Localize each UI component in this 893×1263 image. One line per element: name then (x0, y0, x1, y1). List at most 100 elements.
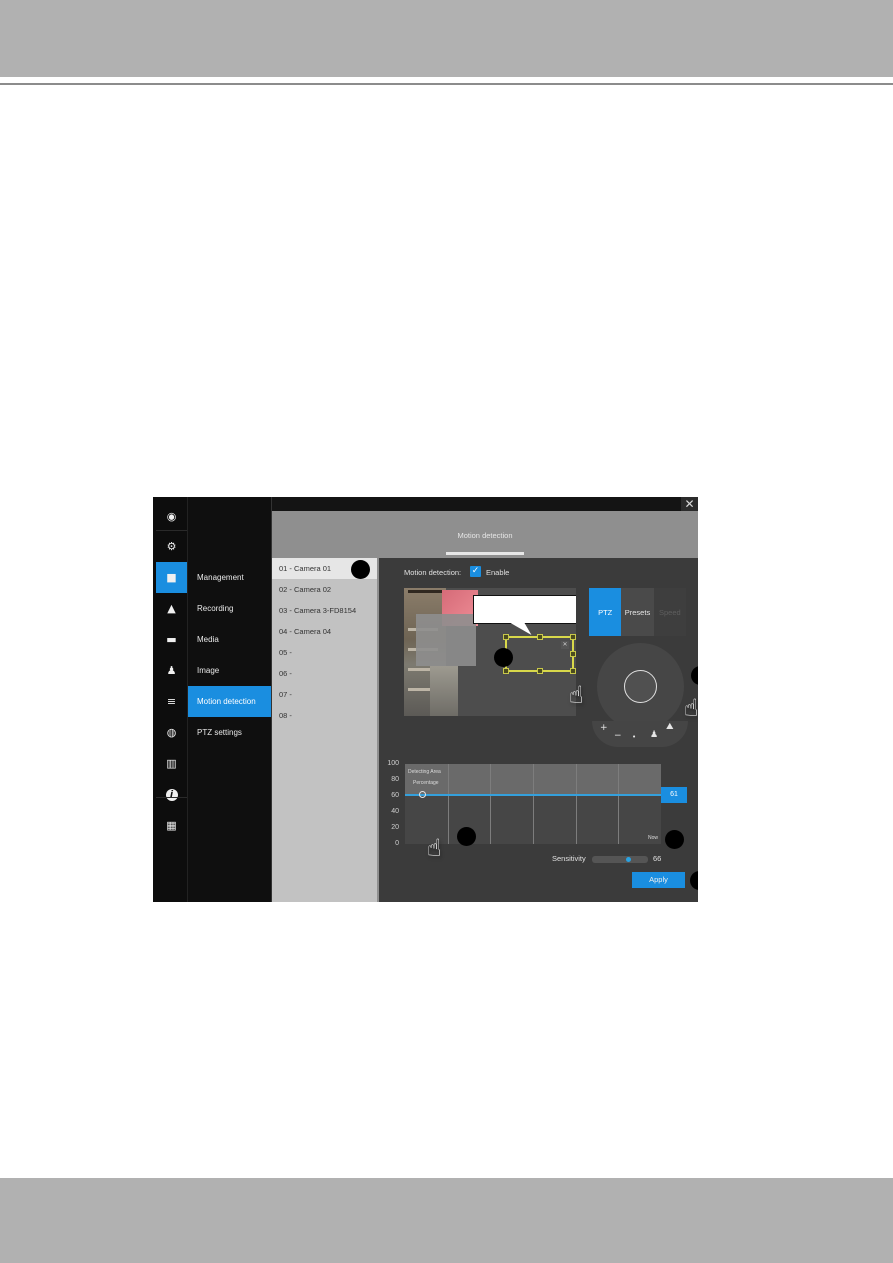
menu-item-motion-detection[interactable]: Motion detection (188, 686, 271, 717)
keyboard-icon: ▦ (166, 819, 177, 832)
y-tick-label: 20 (391, 824, 399, 831)
y-tick-label: 0 (395, 840, 399, 847)
chart-gridline (448, 764, 449, 844)
user-icon: ♟ (166, 664, 177, 677)
camera-list-item[interactable]: 05 - (272, 642, 377, 663)
preview-overlay (416, 614, 476, 666)
rail-item-database[interactable]: ≡ (156, 686, 187, 717)
motion-window[interactable]: ✕ (503, 634, 576, 674)
preview-osd-text (408, 590, 446, 593)
bell-icon: ▲ (167, 602, 176, 615)
network-icon: ◍ (166, 726, 177, 739)
enable-checkbox[interactable]: ✓ (470, 566, 481, 577)
ptz-control-bar: + − • ♟ ⛰ (592, 721, 688, 747)
ptz-tab-ptz[interactable]: PTZ (589, 588, 622, 636)
page-header-band (0, 0, 893, 77)
menu-item-image[interactable]: Image (188, 655, 271, 686)
rail-item-bell[interactable]: ▲ (156, 593, 187, 624)
live-view-icon: ◉ (166, 510, 177, 523)
callout-marker (691, 666, 698, 685)
motion-window-close-icon[interactable]: ✕ (561, 641, 569, 649)
rail-item-live-view[interactable]: ◉ (156, 501, 187, 532)
menu-item-recording[interactable]: Recording (188, 593, 271, 624)
resize-handle[interactable] (570, 668, 576, 674)
ptz-tab-presets[interactable]: Presets (621, 588, 654, 636)
home-button[interactable]: ⛰ (666, 722, 674, 732)
callout-marker (351, 560, 370, 579)
motion-detection-label: Motion detection: (404, 568, 462, 577)
camera-list-item[interactable]: 03 - Camera 3-FD8154 (272, 600, 377, 621)
gear-icon: ⚙ (166, 540, 177, 553)
chart-gridline (533, 764, 534, 844)
rail-item-keyboard[interactable]: ▦ (156, 810, 187, 841)
camera-list-item[interactable]: 04 - Camera 04 (272, 621, 377, 642)
person-tracking-button[interactable]: ♟ (650, 730, 658, 740)
rail-item-user[interactable]: ♟ (156, 655, 187, 686)
chart-gridline (618, 764, 619, 844)
rail-divider (156, 530, 187, 531)
callout-marker (690, 871, 698, 890)
callout-box (473, 595, 576, 624)
book-icon: ▥ (166, 757, 177, 770)
chart-gridline (576, 764, 577, 844)
rail-item-info[interactable]: i (156, 779, 187, 810)
camera-list-item[interactable]: 08 - (272, 705, 377, 726)
info-icon: i (165, 788, 178, 801)
sensitivity-slider[interactable] (592, 856, 648, 863)
resize-handle[interactable] (537, 668, 543, 674)
close-button[interactable]: ✕ (681, 497, 698, 511)
enable-label[interactable]: Enable (486, 568, 509, 577)
camera-preview[interactable]: ✕ (404, 588, 576, 716)
callout-tail (510, 623, 532, 635)
tab-header: Motion detection (272, 511, 698, 558)
chart-plot-area: Detecting Area Percentage Now (405, 764, 661, 844)
rail-item-camera[interactable]: ■ (156, 562, 187, 593)
hand-pointer-icon: ☝ (684, 694, 698, 722)
hand-pointer-icon: ☝ (427, 834, 442, 862)
ptz-joystick[interactable] (597, 643, 684, 730)
menu-item-media[interactable]: Media (188, 624, 271, 655)
camera-list-item[interactable]: 06 - (272, 663, 377, 684)
preview-scene-door (430, 666, 458, 716)
y-tick-label: 100 (387, 760, 399, 767)
stop-button[interactable]: • (632, 733, 636, 741)
apply-button[interactable]: Apply (632, 872, 685, 888)
rail-item-gear[interactable]: ⚙ (156, 531, 187, 562)
callout-marker (457, 827, 476, 846)
sensitivity-slider-thumb[interactable] (626, 857, 632, 862)
rail-divider (156, 797, 187, 798)
rail-item-book[interactable]: ▥ (156, 748, 187, 779)
chart-x-now-label: Now (647, 835, 658, 841)
header-rule (0, 83, 893, 85)
threshold-line[interactable] (405, 794, 661, 797)
zoom-out-button[interactable]: − (614, 731, 622, 741)
title-bar: ✕ (272, 497, 698, 511)
resize-handle[interactable] (570, 634, 576, 640)
computer-icon: ▬ (166, 633, 177, 646)
tab-motion-detection[interactable]: Motion detection (272, 531, 698, 540)
tab-active-indicator (446, 552, 524, 555)
chart-title: Detecting Area (408, 769, 441, 775)
camera-list-item[interactable]: 07 - (272, 684, 377, 705)
sensitivity-value: 66 (653, 854, 662, 863)
camera-icon: ■ (166, 571, 177, 584)
resize-handle[interactable] (570, 651, 576, 657)
resize-handle[interactable] (537, 634, 543, 640)
chart-subtitle: Percentage (413, 780, 439, 786)
menu-item-ptz-settings[interactable]: PTZ settings (188, 717, 271, 748)
rail-item-network[interactable]: ◍ (156, 717, 187, 748)
joystick-knob[interactable] (624, 670, 657, 703)
y-tick-label: 80 (391, 776, 399, 783)
callout-marker (665, 830, 684, 849)
ptz-tab-speed[interactable]: Speed (653, 588, 686, 636)
resize-handle[interactable] (503, 634, 509, 640)
page-footer-band (0, 1178, 893, 1263)
hand-pointer-icon: ☝ (569, 681, 584, 709)
resize-handle[interactable] (503, 668, 509, 674)
rail-item-computer[interactable]: ▬ (156, 624, 187, 655)
menu-item-management[interactable]: Management (188, 562, 271, 593)
zoom-in-button[interactable]: + (600, 723, 608, 733)
camera-list-item[interactable]: 02 - Camera 02 (272, 579, 377, 600)
sensitivity-label: Sensitivity (552, 854, 586, 863)
threshold-drag-handle[interactable] (419, 791, 426, 799)
